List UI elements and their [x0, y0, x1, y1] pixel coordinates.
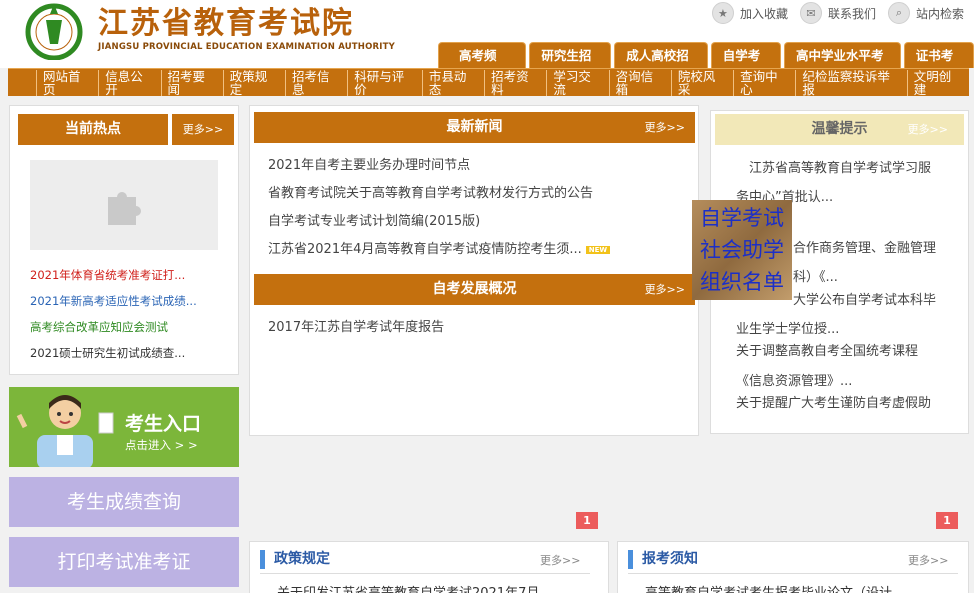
nav-item-mailbox[interactable]: 咨询信箱 [608, 69, 671, 96]
tip-line[interactable]: 关于调整高教自考全国统考课程 [736, 340, 918, 359]
hot-topics-list: 2021年体育省统考准考证打... 2021年新高考适应性考试成绩... 高考综… [30, 262, 197, 366]
notice-title: 报考须知 [628, 550, 698, 569]
tips-more-link[interactable]: 更多>> [908, 114, 948, 145]
hot-item[interactable]: 2021年体育省统考准考证打... [30, 262, 197, 288]
nav-item-schools[interactable]: 院校风采 [670, 69, 733, 96]
overlay-line: 社会助学 [700, 238, 784, 262]
site-search-label: 站内检索 [915, 6, 964, 21]
nav-item-exchange[interactable]: 学习交流 [546, 69, 608, 96]
main-nav: 网站首页 信息公开 招考要闻 政策规定 招考信息 科研与评价 市县动态 招考资料… [8, 68, 969, 96]
candidate-entry-title: 考生入口 [125, 413, 202, 435]
tab-self-study[interactable]: 自学考试 [710, 42, 782, 89]
channel-tabs: 高考频道 研究生招生 成人高校招生 自学考试 高中学业水平考试 证书考试 [438, 42, 974, 89]
tab-certificate[interactable]: 证书考试 [903, 42, 974, 89]
nav-item-materials[interactable]: 招考资料 [484, 69, 546, 96]
search-icon: ⌕ [887, 2, 910, 24]
candidate-entry-button[interactable]: 考生入口 点击进入 > > [9, 387, 239, 467]
site-title[interactable]: 江苏省教育考试院 [98, 8, 354, 40]
pager-right[interactable]: 1 [936, 512, 958, 529]
dev-overview-title: 自考发展概况 [432, 281, 517, 297]
hot-topics-more-link[interactable]: 更多>> [172, 114, 234, 145]
latest-news-header: 最新新闻 更多>> [254, 112, 695, 143]
dev-item[interactable]: 2017年江苏自学考试年度报告 [268, 316, 444, 335]
site-subtitle: JIANGSU PROVINCIAL EDUCATION EXAMINATION… [98, 42, 396, 52]
top-links: ★ 加入收藏 ✉ 联系我们 ⌕ 站内检索 [711, 2, 964, 24]
tip-line[interactable]: 关于提醒广大考生谨防自考虚假助 [736, 392, 931, 411]
tab-gaokao[interactable]: 高考频道 [438, 42, 527, 89]
contact-us-label: 联系我们 [827, 6, 876, 21]
star-icon: ★ [711, 2, 734, 24]
dev-overview-header: 自考发展概况 更多>> [254, 274, 695, 305]
candidate-avatar-icon [16, 395, 114, 467]
tips-header: 温馨提示 更多>> [715, 114, 964, 145]
tip-line[interactable]: 合作商务管理、金融管理 [793, 237, 936, 256]
add-favorite-label: 加入收藏 [739, 6, 788, 21]
contact-us-link[interactable]: ✉ 联系我们 [799, 2, 876, 24]
news-panel: 最新新闻 更多>> 2021年自考主要业务办理时间节点 省教育考试院关于高等教育… [249, 105, 699, 436]
news-item-text: 江苏省2021年4月高等教育自学考试疫情防控考生须... [268, 242, 582, 257]
nav-item-city[interactable]: 市县动态 [421, 69, 484, 96]
hot-item[interactable]: 2021硕士研究生初试成绩查... [30, 340, 197, 366]
news-item[interactable]: 省教育考试院关于高等教育自学考试教材发行方式的公告 [268, 182, 593, 201]
hot-item[interactable]: 2021年新高考适应性考试成绩... [30, 288, 197, 314]
tab-high-school-level[interactable]: 高中学业水平考试 [784, 42, 901, 89]
mail-icon: ✉ [799, 2, 822, 24]
nav-item-civilization[interactable]: 文明创建 [906, 69, 969, 96]
nav-item-home[interactable]: 网站首页 [36, 69, 98, 96]
overlay-line: 组织名单 [700, 270, 784, 294]
pager-left[interactable]: 1 [576, 512, 598, 529]
logo-emblem-icon [25, 3, 83, 60]
page: 江苏省教育考试院 JIANGSU PROVINCIAL EDUCATION EX… [0, 0, 974, 593]
tip-line[interactable]: 业生学士学位授... [736, 318, 839, 337]
hot-topics-panel: 当前热点 更多>> 2021年体育省统考准考证打... 2021年新高考适应性考… [9, 105, 239, 375]
nav-item-query[interactable]: 查询中心 [733, 69, 795, 96]
overlay-line: 自学考试 [700, 206, 784, 230]
hot-topics-image[interactable] [30, 160, 218, 250]
new-badge: NEW [585, 245, 611, 254]
tip-line[interactable]: 大学公布自学考试本科毕 [793, 289, 936, 308]
tab-adult[interactable]: 成人高校招生 [614, 42, 708, 89]
notice-more-link[interactable]: 更多>> [908, 552, 948, 568]
policy-item[interactable]: 关于印发江苏省高等教育自学考试2021年7月 [277, 582, 539, 593]
news-item[interactable]: 2021年自考主要业务办理时间节点 [268, 154, 470, 173]
notice-item[interactable]: 高等教育自学考试考生报考毕业论文（设计 [645, 582, 892, 593]
puzzle-placeholder-icon [108, 192, 141, 225]
tip-line[interactable]: 《信息资源管理》... [736, 370, 852, 389]
nav-item-exam-info[interactable]: 招考信息 [285, 69, 347, 96]
dev-overview-more-link[interactable]: 更多>> [645, 274, 685, 305]
tips-title: 温馨提示 [811, 121, 868, 137]
policy-panel: 政策规定 更多>> 关于印发江苏省高等教育自学考试2021年7月 [249, 541, 609, 593]
divider [628, 573, 958, 574]
latest-news-title: 最新新闻 [446, 119, 503, 135]
policy-title: 政策规定 [260, 550, 330, 569]
add-favorite-link[interactable]: ★ 加入收藏 [711, 2, 788, 24]
header: 江苏省教育考试院 JIANGSU PROVINCIAL EDUCATION EX… [0, 0, 974, 89]
hot-item[interactable]: 高考综合改革应知应会测试 [30, 314, 197, 340]
nav-item-policy[interactable]: 政策规定 [222, 69, 285, 96]
notice-panel: 报考须知 更多>> 高等教育自学考试考生报考毕业论文（设计 [617, 541, 969, 593]
score-query-button[interactable]: 考生成绩查询 [9, 477, 239, 527]
self-study-org-list-float[interactable]: 自学考试 社会助学 组织名单 [692, 200, 792, 300]
site-search-link[interactable]: ⌕ 站内检索 [887, 2, 964, 24]
print-admission-button[interactable]: 打印考试准考证 [9, 537, 239, 587]
candidate-entry-sub: 点击进入 > > [125, 438, 198, 452]
nav-item-research[interactable]: 科研与评价 [347, 69, 422, 96]
divider [260, 573, 590, 574]
tip-line[interactable]: 江苏省高等教育自学考试学习服 [749, 157, 931, 176]
policy-more-link[interactable]: 更多>> [540, 552, 580, 568]
news-item[interactable]: 自学考试专业考试计划简编(2015版) [268, 210, 480, 229]
news-item-with-badge[interactable]: 江苏省2021年4月高等教育自学考试疫情防控考生须... NEW [268, 238, 611, 257]
latest-news-more-link[interactable]: 更多>> [645, 112, 685, 143]
tip-line[interactable]: 科）《... [793, 266, 838, 285]
nav-item-info[interactable]: 信息公开 [98, 69, 160, 96]
nav-item-news[interactable]: 招考要闻 [160, 69, 223, 96]
nav-item-report[interactable]: 纪检监察投诉举报 [795, 69, 906, 96]
hot-topics-title: 当前热点 [18, 114, 168, 145]
tab-graduate[interactable]: 研究生招生 [529, 42, 612, 89]
